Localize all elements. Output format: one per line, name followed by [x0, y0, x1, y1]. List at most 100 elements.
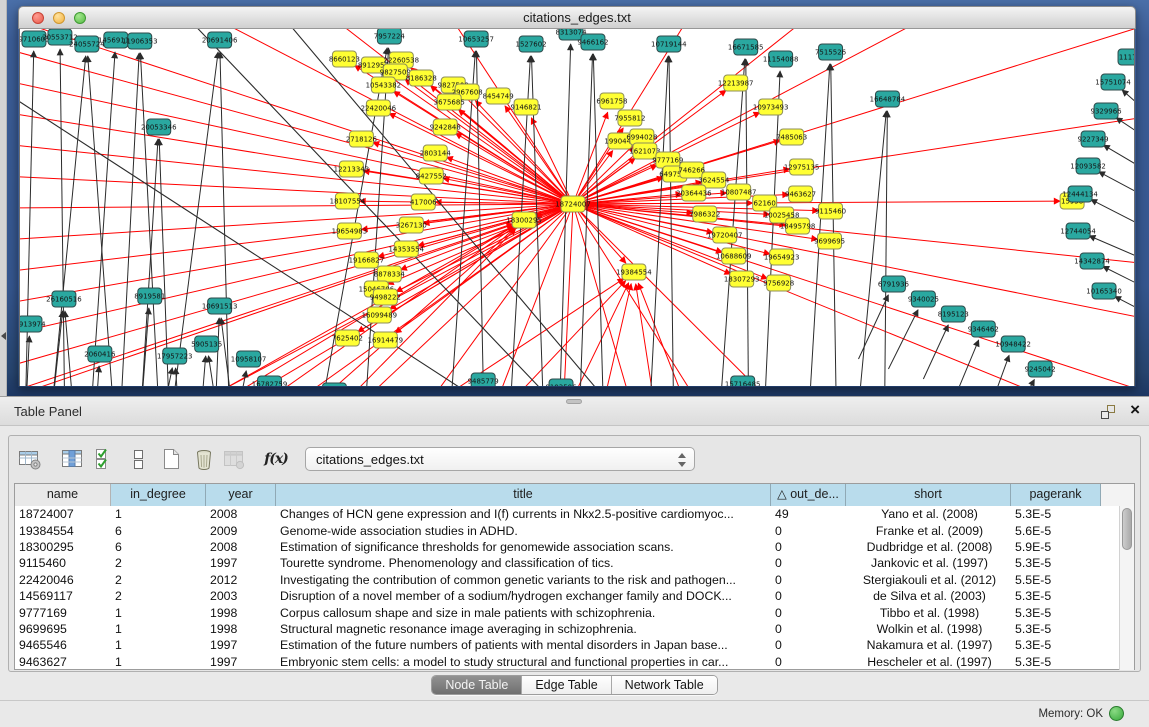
- graph-node[interactable]: 9193506: [545, 379, 576, 386]
- graph-node[interactable]: 2718126: [346, 131, 377, 147]
- graph-node[interactable]: 10653257: [458, 31, 494, 47]
- graph-node[interactable]: 9756928: [763, 275, 794, 291]
- graph-node[interactable]: 10691513: [202, 298, 238, 314]
- graph-node[interactable]: 2060416: [84, 346, 115, 362]
- graph-node[interactable]: 19654923: [764, 249, 800, 265]
- graph-edge[interactable]: [831, 64, 837, 386]
- float-window-icon[interactable]: [1101, 405, 1115, 419]
- graph-node[interactable]: 9245042: [1025, 361, 1056, 377]
- graph-edge[interactable]: [719, 59, 745, 386]
- graph-edge[interactable]: [95, 366, 99, 386]
- graph-node[interactable]: 417006: [410, 194, 437, 210]
- graph-edge[interactable]: [1091, 199, 1135, 244]
- graph-node[interactable]: 7986322: [689, 206, 720, 222]
- graph-edge[interactable]: [1122, 90, 1135, 139]
- graph-node[interactable]: 15716485: [725, 376, 761, 386]
- collapse-arrow-icon[interactable]: [1, 332, 6, 340]
- graph-node[interactable]: 16671585: [728, 39, 764, 55]
- graph-edge[interactable]: [160, 368, 173, 386]
- graph-node[interactable]: 9146821: [511, 99, 542, 115]
- graph-edge[interactable]: [958, 340, 978, 386]
- table-row[interactable]: 1456911722003Disruption of a novel membe…: [15, 588, 1134, 604]
- graph-node[interactable]: 5905135: [191, 336, 222, 352]
- graph-edge[interactable]: [60, 226, 514, 386]
- graph-node[interactable]: 12975135: [784, 159, 820, 175]
- graph-node[interactable]: 3913974: [19, 316, 46, 332]
- graph-node[interactable]: 9485779: [468, 373, 499, 386]
- graph-edge[interactable]: [19, 169, 573, 204]
- graph-edge[interactable]: [1099, 172, 1135, 214]
- graph-edge[interactable]: [458, 110, 573, 204]
- delete-column-button[interactable]: [191, 445, 217, 473]
- table-row[interactable]: 946554611997Estimation of the future num…: [15, 637, 1134, 653]
- graph-node[interactable]: 26160516: [46, 291, 82, 307]
- table-row[interactable]: 969969511998Structural magnetic resonanc…: [15, 621, 1134, 637]
- graph-node[interactable]: 7625402: [332, 330, 363, 346]
- table-row[interactable]: 977716911998Corpus callosum shape and si…: [15, 604, 1134, 620]
- graph-node[interactable]: 11172: [1118, 49, 1135, 65]
- table-select-dropdown[interactable]: citations_edges.txt: [305, 447, 695, 471]
- graph-node[interactable]: 7955812: [614, 110, 645, 126]
- network-window[interactable]: citations_edges.txt 86601238912954222605…: [18, 6, 1136, 387]
- graph-node[interactable]: 9329966: [1091, 103, 1122, 119]
- graph-node[interactable]: 9115460: [815, 203, 846, 219]
- graph-edge[interactable]: [858, 295, 888, 359]
- graph-node[interactable]: 7957224: [374, 29, 406, 44]
- graph-edge[interactable]: [856, 111, 886, 386]
- graph-node[interactable]: 9466162: [577, 34, 608, 50]
- graph-edge[interactable]: [208, 356, 219, 386]
- graph-node[interactable]: 9699695: [814, 233, 845, 249]
- graph-node[interactable]: 12093582: [1070, 158, 1106, 174]
- graph-node[interactable]: 9463627: [785, 186, 816, 202]
- column-header-in_degree[interactable]: in_degree: [111, 484, 206, 506]
- network-window-titlebar[interactable]: citations_edges.txt: [18, 6, 1136, 29]
- table-row[interactable]: 911546021997Tourette syndrome. Phenomeno…: [15, 555, 1134, 571]
- graph-edge[interactable]: [573, 201, 1060, 204]
- graph-edge[interactable]: [60, 49, 65, 386]
- graph-edge[interactable]: [200, 356, 206, 386]
- graph-node[interactable]: 1527602: [516, 36, 547, 52]
- graph-node[interactable]: 10958107: [231, 351, 267, 367]
- column-header-year[interactable]: year: [206, 484, 276, 506]
- column-header-short[interactable]: short: [846, 484, 1011, 506]
- table-row[interactable]: 1830029562008Estimation of significance …: [15, 539, 1134, 555]
- graph-edge[interactable]: [573, 204, 767, 279]
- graph-edge[interactable]: [638, 283, 718, 386]
- graph-edge[interactable]: [50, 56, 86, 386]
- graph-edge[interactable]: [884, 111, 887, 386]
- graph-node[interactable]: 8454749: [483, 88, 514, 104]
- split-divider-handle[interactable]: [566, 399, 582, 404]
- graph-edge[interactable]: [235, 371, 247, 386]
- graph-edge[interactable]: [579, 54, 593, 386]
- graph-edge[interactable]: [579, 284, 631, 386]
- graph-edge[interactable]: [888, 310, 918, 369]
- column-header-title[interactable]: title: [276, 484, 771, 506]
- graph-node[interactable]: 20691406: [202, 32, 238, 48]
- graph-node[interactable]: 15751074: [1095, 74, 1131, 90]
- graph-node[interactable]: 9340025: [908, 291, 939, 307]
- graph-node[interactable]: 12213987: [718, 75, 754, 91]
- graph-node[interactable]: 7485063: [776, 129, 807, 145]
- graph-node[interactable]: 8878334: [374, 266, 406, 282]
- graph-node[interactable]: 12444134: [1062, 186, 1098, 202]
- graph-edge[interactable]: [669, 56, 674, 386]
- memory-indicator[interactable]: [1109, 706, 1124, 721]
- graph-edge[interactable]: [220, 52, 230, 386]
- graph-node[interactable]: 16914479: [368, 332, 404, 348]
- graph-node[interactable]: 8427552: [416, 168, 447, 184]
- graph-node[interactable]: 7515526: [815, 44, 846, 60]
- graph-node[interactable]: 14342874: [1074, 253, 1110, 269]
- graph-node[interactable]: 3675685: [434, 94, 465, 110]
- tab-node-table[interactable]: Node Table: [432, 676, 522, 694]
- graph-node[interactable]: 9346462: [968, 321, 999, 337]
- graph-node[interactable]: 19720407: [707, 227, 743, 243]
- graph-edge[interactable]: [764, 71, 780, 386]
- row-height-button[interactable]: [125, 445, 151, 473]
- show-columns-button[interactable]: [59, 445, 85, 473]
- table-mode-button[interactable]: [17, 445, 43, 473]
- graph-node[interactable]: 16648784: [870, 91, 906, 107]
- column-header-out_degree[interactable]: △ out_de...: [771, 484, 846, 506]
- table-scrollbar[interactable]: [1119, 506, 1134, 670]
- graph-node[interactable]: 8186328: [406, 70, 437, 86]
- network-canvas[interactable]: 8660123891295422260538982750910543382818…: [19, 29, 1135, 386]
